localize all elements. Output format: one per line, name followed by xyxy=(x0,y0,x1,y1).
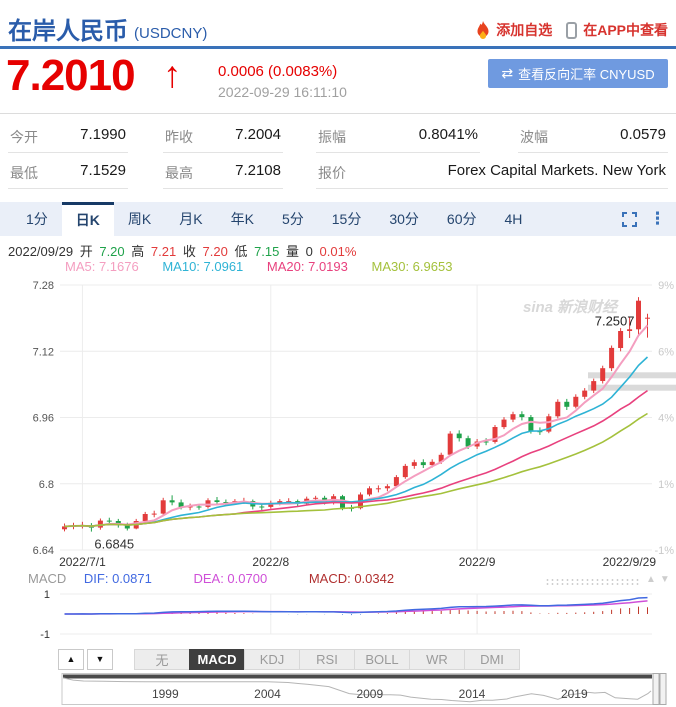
svg-text:1999: 1999 xyxy=(152,687,179,701)
svg-text:2019: 2019 xyxy=(561,687,588,701)
indicator-up-button[interactable]: ▲ xyxy=(58,648,84,670)
svg-text:2014: 2014 xyxy=(459,687,486,701)
dif-value: DIF: 0.0871 xyxy=(83,571,152,586)
page-title: 在岸人民币 xyxy=(8,18,128,45)
tab-30min[interactable]: 30分 xyxy=(375,202,433,236)
tab-5min[interactable]: 5分 xyxy=(268,202,318,236)
stat-high: 最高 7.2108 xyxy=(163,155,283,189)
header-divider xyxy=(0,46,676,49)
info-change-pct: 0.01% xyxy=(319,244,357,259)
add-watchlist-link[interactable]: 添加自选 xyxy=(496,20,552,40)
stat-open: 今开 7.1990 xyxy=(8,119,128,153)
macd-title: MACD xyxy=(28,571,67,586)
price-change: 0.0006 (0.0083%) xyxy=(218,63,338,80)
header: 在岸人民币 (USDCNY) 添加自选 在APP中查看 xyxy=(8,10,668,44)
svg-text:7.2507: 7.2507 xyxy=(595,313,635,328)
candlestick-chart[interactable]: 7.28 9% 7.12 6% 6.96 4% 6.8 1% 6.64 -1% 2022/7/1 20… xyxy=(0,272,676,570)
stat-prev-close: 昨收 7.2004 xyxy=(163,119,283,153)
tab-kdj[interactable]: KDJ xyxy=(244,648,300,670)
svg-text:2022/9/29: 2022/9/29 xyxy=(603,555,657,569)
tab-macd[interactable]: MACD xyxy=(189,648,245,670)
svg-text:2022/7/1: 2022/7/1 xyxy=(59,555,106,569)
dea-value: DEA: 0.0700 xyxy=(193,571,268,586)
tab-15min[interactable]: 15分 xyxy=(318,202,376,236)
tab-month-k[interactable]: 月K xyxy=(165,202,216,236)
history-navigator[interactable]: 1999 2004 2009 2014 2019 xyxy=(0,673,676,707)
tab-day-k[interactable]: 日K xyxy=(61,202,114,236)
info-close: 7.20 xyxy=(202,244,228,259)
view-in-app-link[interactable]: 在APP中查看 xyxy=(583,20,668,40)
tab-1min[interactable]: 1分 xyxy=(12,202,62,236)
tab-rsi[interactable]: RSI xyxy=(299,648,355,670)
svg-text:6.64: 6.64 xyxy=(33,545,54,557)
stat-amplitude: 振幅 0.8041% xyxy=(316,119,480,153)
tab-4h[interactable]: 4H xyxy=(490,202,536,236)
ohlc-info-line: 2022/09/29 开 7.20 高 7.21 收 7.20 低 7.15 量… xyxy=(8,244,357,259)
fullscreen-icon[interactable] xyxy=(622,211,637,227)
svg-text:2004: 2004 xyxy=(254,687,281,701)
info-date: 2022/09/29 xyxy=(8,244,74,259)
svg-text:-1: -1 xyxy=(40,629,50,641)
svg-text:1%: 1% xyxy=(658,479,674,491)
svg-text:4%: 4% xyxy=(658,413,674,425)
info-low: 7.15 xyxy=(254,244,280,259)
macd-legend: MACD DIF: 0.0871 DEA: 0.0700 MACD: 0.034… xyxy=(28,571,432,586)
macd-value: MACD: 0.0342 xyxy=(308,571,395,586)
svg-text:2022/8: 2022/8 xyxy=(252,555,289,569)
svg-text:-1%: -1% xyxy=(654,545,674,557)
last-price: 7.2010 xyxy=(6,51,136,100)
tab-year-k[interactable]: 年K xyxy=(217,202,268,236)
flame-icon xyxy=(477,21,489,39)
chart-menu-icon[interactable]: ⋮ xyxy=(649,209,666,229)
up-arrow-icon: ↑ xyxy=(163,54,182,95)
stat-low: 最低 7.1529 xyxy=(8,155,128,189)
indicator-down-button[interactable]: ▼ xyxy=(87,648,113,670)
symbol-label: (USDCNY) xyxy=(134,25,208,42)
period-tab-bar: 1分 日K 周K 月K 年K 5分 15分 30分 60分 4H ⋮ xyxy=(0,202,676,236)
tab-week-k[interactable]: 周K xyxy=(114,202,165,236)
swap-icon: ⇄ xyxy=(501,65,514,81)
info-high: 7.21 xyxy=(150,244,177,259)
panel-resize-handle[interactable] xyxy=(545,578,641,586)
tab-boll[interactable]: BOLL xyxy=(354,648,410,670)
svg-text:6.96: 6.96 xyxy=(33,413,54,425)
info-open: 7.20 xyxy=(99,244,125,259)
svg-text:1: 1 xyxy=(44,589,50,601)
svg-text:2022/9: 2022/9 xyxy=(459,555,496,569)
svg-text:6%: 6% xyxy=(658,346,674,358)
reverse-rate-button[interactable]: ⇄ 查看反向汇率 CNYUSD xyxy=(488,59,668,88)
svg-text:6.8: 6.8 xyxy=(39,479,54,491)
macd-chart[interactable]: 1 -1 xyxy=(0,588,676,642)
svg-text:7.12: 7.12 xyxy=(33,346,54,358)
info-volume: 0 xyxy=(305,244,313,259)
svg-text:7.28: 7.28 xyxy=(33,280,54,292)
section-divider xyxy=(0,113,676,114)
stat-quote-source: 报价 Forex Capital Markets. New York xyxy=(316,155,668,189)
page: 在岸人民币 (USDCNY) 添加自选 在APP中查看 7.2010 ↑ 0.0… xyxy=(0,0,676,707)
stat-range: 波幅 0.0579 xyxy=(518,119,668,153)
tab-none[interactable]: 无 xyxy=(134,648,190,670)
svg-text:6.6845: 6.6845 xyxy=(94,537,134,552)
phone-icon xyxy=(566,21,578,39)
svg-text:2009: 2009 xyxy=(356,687,383,701)
tab-wr[interactable]: WR xyxy=(409,648,465,670)
panel-collapse-arrows[interactable]: ▲▼ xyxy=(646,574,674,585)
tab-60min[interactable]: 60分 xyxy=(433,202,491,236)
reverse-rate-label: 查看反向汇率 CNYUSD xyxy=(518,67,655,82)
quote-timestamp: 2022-09-29 16:11:10 xyxy=(218,84,347,100)
tab-dmi[interactable]: DMI xyxy=(464,648,520,670)
svg-text:9%: 9% xyxy=(658,280,674,292)
indicator-bar: ▲ ▼ 无 MACD KDJ RSI BOLL WR DMI xyxy=(58,648,520,670)
